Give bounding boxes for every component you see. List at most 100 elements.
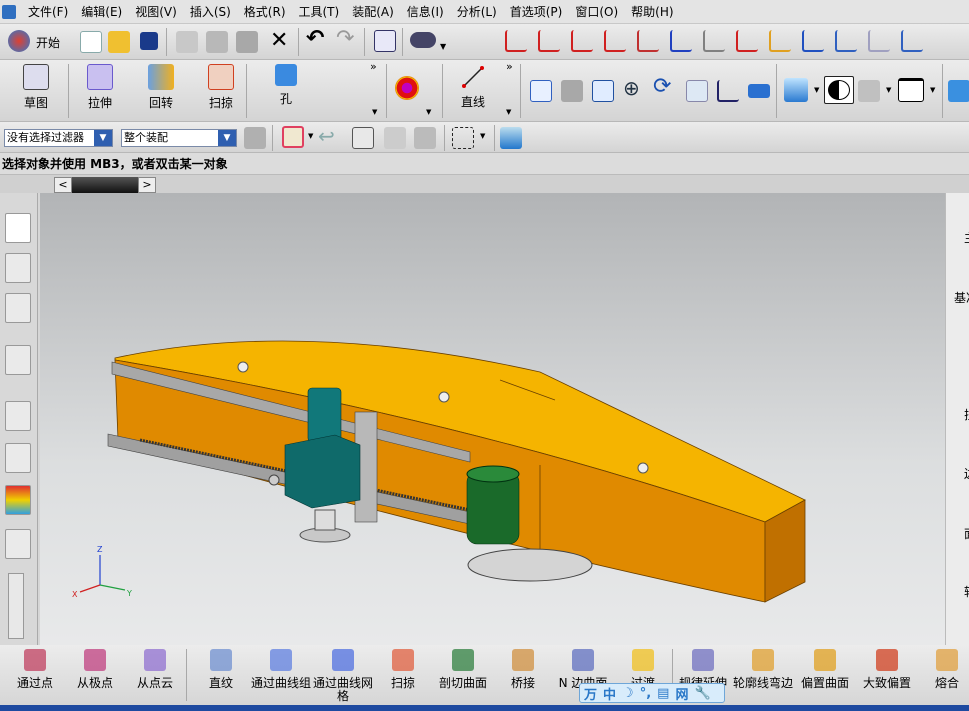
menu-analysis[interactable]: 分析(L) [457,3,497,20]
menu-window[interactable]: 窗口(O) [575,3,618,20]
redo-icon[interactable]: ↷ [336,26,354,51]
show-icon[interactable] [802,30,824,52]
graphics-window[interactable]: Z X Y [40,193,945,645]
surface-button-13[interactable]: 偏置曲面 [794,649,856,690]
delete-icon[interactable]: ✕ [270,28,288,53]
sketch-button[interactable]: 草图 [8,64,64,111]
web-browser-icon[interactable] [5,345,31,375]
type-filter-select[interactable]: 没有选择过滤器 ▼ [4,129,113,147]
menu-tools[interactable]: 工具(T) [299,3,340,20]
undo-icon[interactable]: ↶ [306,26,324,51]
history-icon[interactable] [5,401,31,431]
menu-help[interactable]: 帮助(H) [631,3,673,20]
surface-button-5[interactable]: 通过曲线网格 [312,649,374,703]
start-button[interactable]: 开始 [36,34,60,51]
orient-view-icon[interactable] [717,80,739,102]
menu-information[interactable]: 信息(I) [407,3,444,20]
part-navigator-icon[interactable] [5,293,31,323]
dropdown-arrow-icon[interactable]: ▼ [426,108,431,116]
assembly-filter-icon[interactable] [244,127,266,149]
cut-icon[interactable] [176,31,198,53]
snap-filter-icon[interactable] [282,126,304,148]
wcs-set-0-icon[interactable] [637,30,659,52]
dropdown-arrow-icon[interactable]: ▼ [480,132,485,140]
tab-scrollbar-thumb[interactable] [72,177,138,193]
wcs-dynamic-icon[interactable] [505,30,527,52]
constraint-navigator-icon[interactable] [5,253,31,283]
view-cube-icon[interactable] [784,78,808,102]
work-layer-icon[interactable] [858,80,880,102]
dropdown-arrow-icon[interactable]: ▼ [930,86,935,94]
system-materials-icon[interactable] [5,443,31,473]
roles-icon[interactable] [5,529,31,559]
zoom-window-icon[interactable] [561,80,583,102]
scroll-right-button[interactable]: > [138,177,156,193]
part-icon[interactable] [500,127,522,149]
menu-view[interactable]: 视图(V) [135,3,177,20]
wcs-rotate-icon[interactable] [571,30,593,52]
surface-button-1[interactable]: 从极点 [64,649,126,690]
display-palette-icon[interactable] [769,30,791,52]
start-icon[interactable] [8,30,30,52]
more-icon[interactable]: » [370,60,377,73]
dropdown-arrow-icon[interactable]: ▼ [440,42,446,51]
background-icon[interactable] [898,78,924,102]
surface-button-4[interactable]: 通过曲线组 [250,649,312,690]
surface-button-2[interactable]: 从点云 [124,649,186,690]
menu-insert[interactable]: 插入(S) [190,3,231,20]
ime-width-toggle[interactable]: ☽ [622,686,634,701]
ime-punctuation-toggle[interactable]: °, [640,686,651,701]
surface-button-7[interactable]: 剖切曲面 [432,649,494,690]
wcs-orient-icon[interactable] [604,30,626,52]
sweep-button[interactable]: 扫掠 [193,64,249,111]
surface-button-14[interactable]: 大致偏置 [856,649,918,690]
show-hide-icon[interactable] [835,30,857,52]
surface-button-15[interactable]: 熔合 [916,649,969,690]
copy-icon[interactable] [206,31,228,53]
binoculars-icon[interactable] [410,32,436,48]
ime-settings-icon[interactable]: 🔧 [694,686,710,701]
zoom-icon[interactable] [592,80,614,102]
paste-icon[interactable] [236,31,258,53]
pan-icon[interactable] [686,80,708,102]
ime-logo-icon[interactable]: 万 [584,684,597,703]
dropdown-arrow-icon[interactable]: ▼ [372,108,377,116]
ime-toolbar[interactable]: 万 中 ☽ °, ▤ 网 🔧 [579,683,725,703]
surface-button-3[interactable]: 直纹 [190,649,252,690]
pattern-icon[interactable] [395,76,419,100]
rotate-icon[interactable]: ⟳ [653,74,671,99]
more-icon[interactable]: » [506,60,513,73]
crosshair-icon[interactable] [384,127,406,149]
open-folder-icon[interactable] [108,31,130,53]
fit-icon[interactable] [530,80,552,102]
information-icon[interactable] [374,30,396,52]
save-icon[interactable] [140,32,158,50]
revolve-button[interactable]: 回转 [133,64,189,111]
rectangle-select-icon[interactable] [452,127,474,149]
invert-show-icon[interactable] [901,30,923,52]
wcs-save-icon[interactable] [736,30,758,52]
ime-language-toggle[interactable]: 中 [603,684,616,703]
perspective-icon[interactable] [748,84,770,98]
zoom-in-out-icon[interactable]: ⊕ [623,76,640,100]
new-file-icon[interactable] [80,31,102,53]
hole-button[interactable]: 孔 [258,64,314,107]
ime-keyboard-icon[interactable]: ▤ [657,686,669,701]
quick-pick-icon[interactable] [352,127,374,149]
scroll-left-button[interactable]: < [54,177,72,193]
assembly-navigator-icon[interactable] [5,213,31,243]
side-panel[interactable]: 主 基准 拉 边 面 转 [945,193,969,645]
rendering-style-icon[interactable] [824,76,854,104]
dropdown-arrow-icon[interactable]: ▼ [506,108,511,116]
wcs-origin-icon[interactable] [538,30,560,52]
surface-button-6[interactable]: 扫掠 [372,649,434,690]
menu-file[interactable]: 文件(F) [28,3,68,20]
dropdown-arrow-icon[interactable]: ▼ [814,86,819,94]
deselect-icon[interactable]: ↩ [318,124,335,148]
extrude-button[interactable]: 拉伸 [72,64,128,111]
section-icon[interactable] [948,80,969,102]
wcs-yc-icon[interactable] [703,30,725,52]
palette-icon[interactable] [5,485,31,515]
surface-button-0[interactable]: 通过点 [4,649,66,690]
dropdown-arrow-icon[interactable]: ▼ [886,86,891,94]
